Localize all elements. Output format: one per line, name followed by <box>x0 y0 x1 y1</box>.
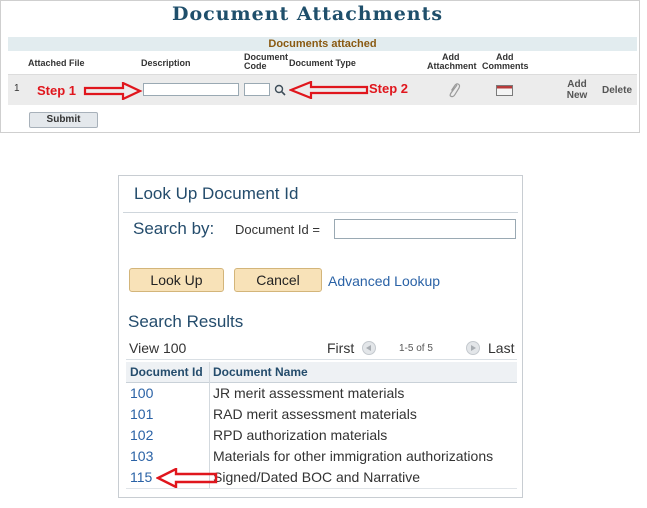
result-row[interactable]: 103 Materials for other immigration auth… <box>126 446 517 468</box>
search-results-title: Search Results <box>128 312 244 331</box>
result-name: Signed/Dated BOC and Narrative <box>213 469 420 485</box>
lookup-search-icon[interactable] <box>274 84 286 96</box>
delete-link[interactable]: Delete <box>600 85 634 96</box>
last-label: Last <box>488 340 515 356</box>
document-attachments-panel: Document Attachments Documents attached … <box>0 0 640 133</box>
result-name: Materials for other immigration authoriz… <box>213 448 494 464</box>
first-label: First <box>327 340 355 356</box>
col-add-comments-line2: Comments <box>482 61 529 71</box>
col-document-id: Document Id <box>130 365 203 379</box>
col-description: Description <box>141 58 191 68</box>
title-divider <box>123 212 518 213</box>
document-id-label: Document Id = <box>235 222 320 237</box>
results-header-row: Document Id Document Name <box>126 362 517 383</box>
result-id-link[interactable]: 103 <box>130 448 153 464</box>
step2-arrow-icon <box>289 81 369 99</box>
comments-icon[interactable] <box>496 85 513 96</box>
document-id-input[interactable] <box>334 219 516 239</box>
results-range: 1-5 of 5 <box>399 343 433 354</box>
result-row[interactable]: 101 RAD merit assessment materials <box>126 404 517 426</box>
result-arrow-icon <box>156 468 218 488</box>
previous-icon[interactable] <box>362 341 376 355</box>
grid-row: 1 Step 1 Step 2 Add New Delete <box>8 75 637 105</box>
result-row[interactable]: 100 JR merit assessment materials <box>126 383 517 405</box>
col-attached-file: Attached File <box>28 58 85 68</box>
look-up-button[interactable]: Look Up <box>129 268 224 292</box>
view-all-link[interactable]: View 100 <box>129 340 186 356</box>
page-title: Document Attachments <box>172 3 444 25</box>
result-id-link[interactable]: 101 <box>130 406 153 422</box>
col-document-name: Document Name <box>213 365 308 379</box>
submit-button[interactable]: Submit <box>29 112 98 128</box>
result-row[interactable]: 102 RPD authorization materials <box>126 425 517 447</box>
result-id-link[interactable]: 115 <box>130 469 152 485</box>
row-number: 1 <box>14 83 20 94</box>
col-document-type: Document Type <box>289 58 356 68</box>
grid-title: Documents attached <box>268 38 377 50</box>
lookup-dialog: Look Up Document Id Search by: Document … <box>118 175 523 498</box>
grid-header: Attached File Description Document Code … <box>8 51 637 75</box>
result-name: JR merit assessment materials <box>213 385 405 401</box>
description-input[interactable] <box>143 83 239 96</box>
grid-title-bar: Documents attached <box>8 37 637 51</box>
results-navigation-bar: View 100 First 1-5 of 5 Last <box>126 337 517 360</box>
paperclip-icon[interactable] <box>447 82 461 98</box>
result-name: RPD authorization materials <box>213 427 388 443</box>
result-id-link[interactable]: 100 <box>130 385 153 401</box>
add-new-line1: Add <box>567 79 587 90</box>
lookup-title: Look Up Document Id <box>134 184 299 203</box>
advanced-lookup-link[interactable]: Advanced Lookup <box>328 273 440 289</box>
add-new-link[interactable]: Add New <box>563 79 591 101</box>
next-icon[interactable] <box>466 341 480 355</box>
col-add-attachment-line2: Attachment <box>427 61 477 71</box>
document-code-input[interactable] <box>244 83 270 96</box>
step1-label: Step 1 <box>37 83 77 98</box>
cancel-button[interactable]: Cancel <box>234 268 322 292</box>
add-new-line2: New <box>566 90 588 101</box>
step2-label: Step 2 <box>369 81 409 96</box>
col-document-code-line2: Code <box>244 61 267 71</box>
result-name: RAD merit assessment materials <box>213 406 417 422</box>
result-id-link[interactable]: 102 <box>130 427 153 443</box>
step1-arrow-icon <box>83 82 143 100</box>
search-by-label: Search by: <box>133 219 215 238</box>
